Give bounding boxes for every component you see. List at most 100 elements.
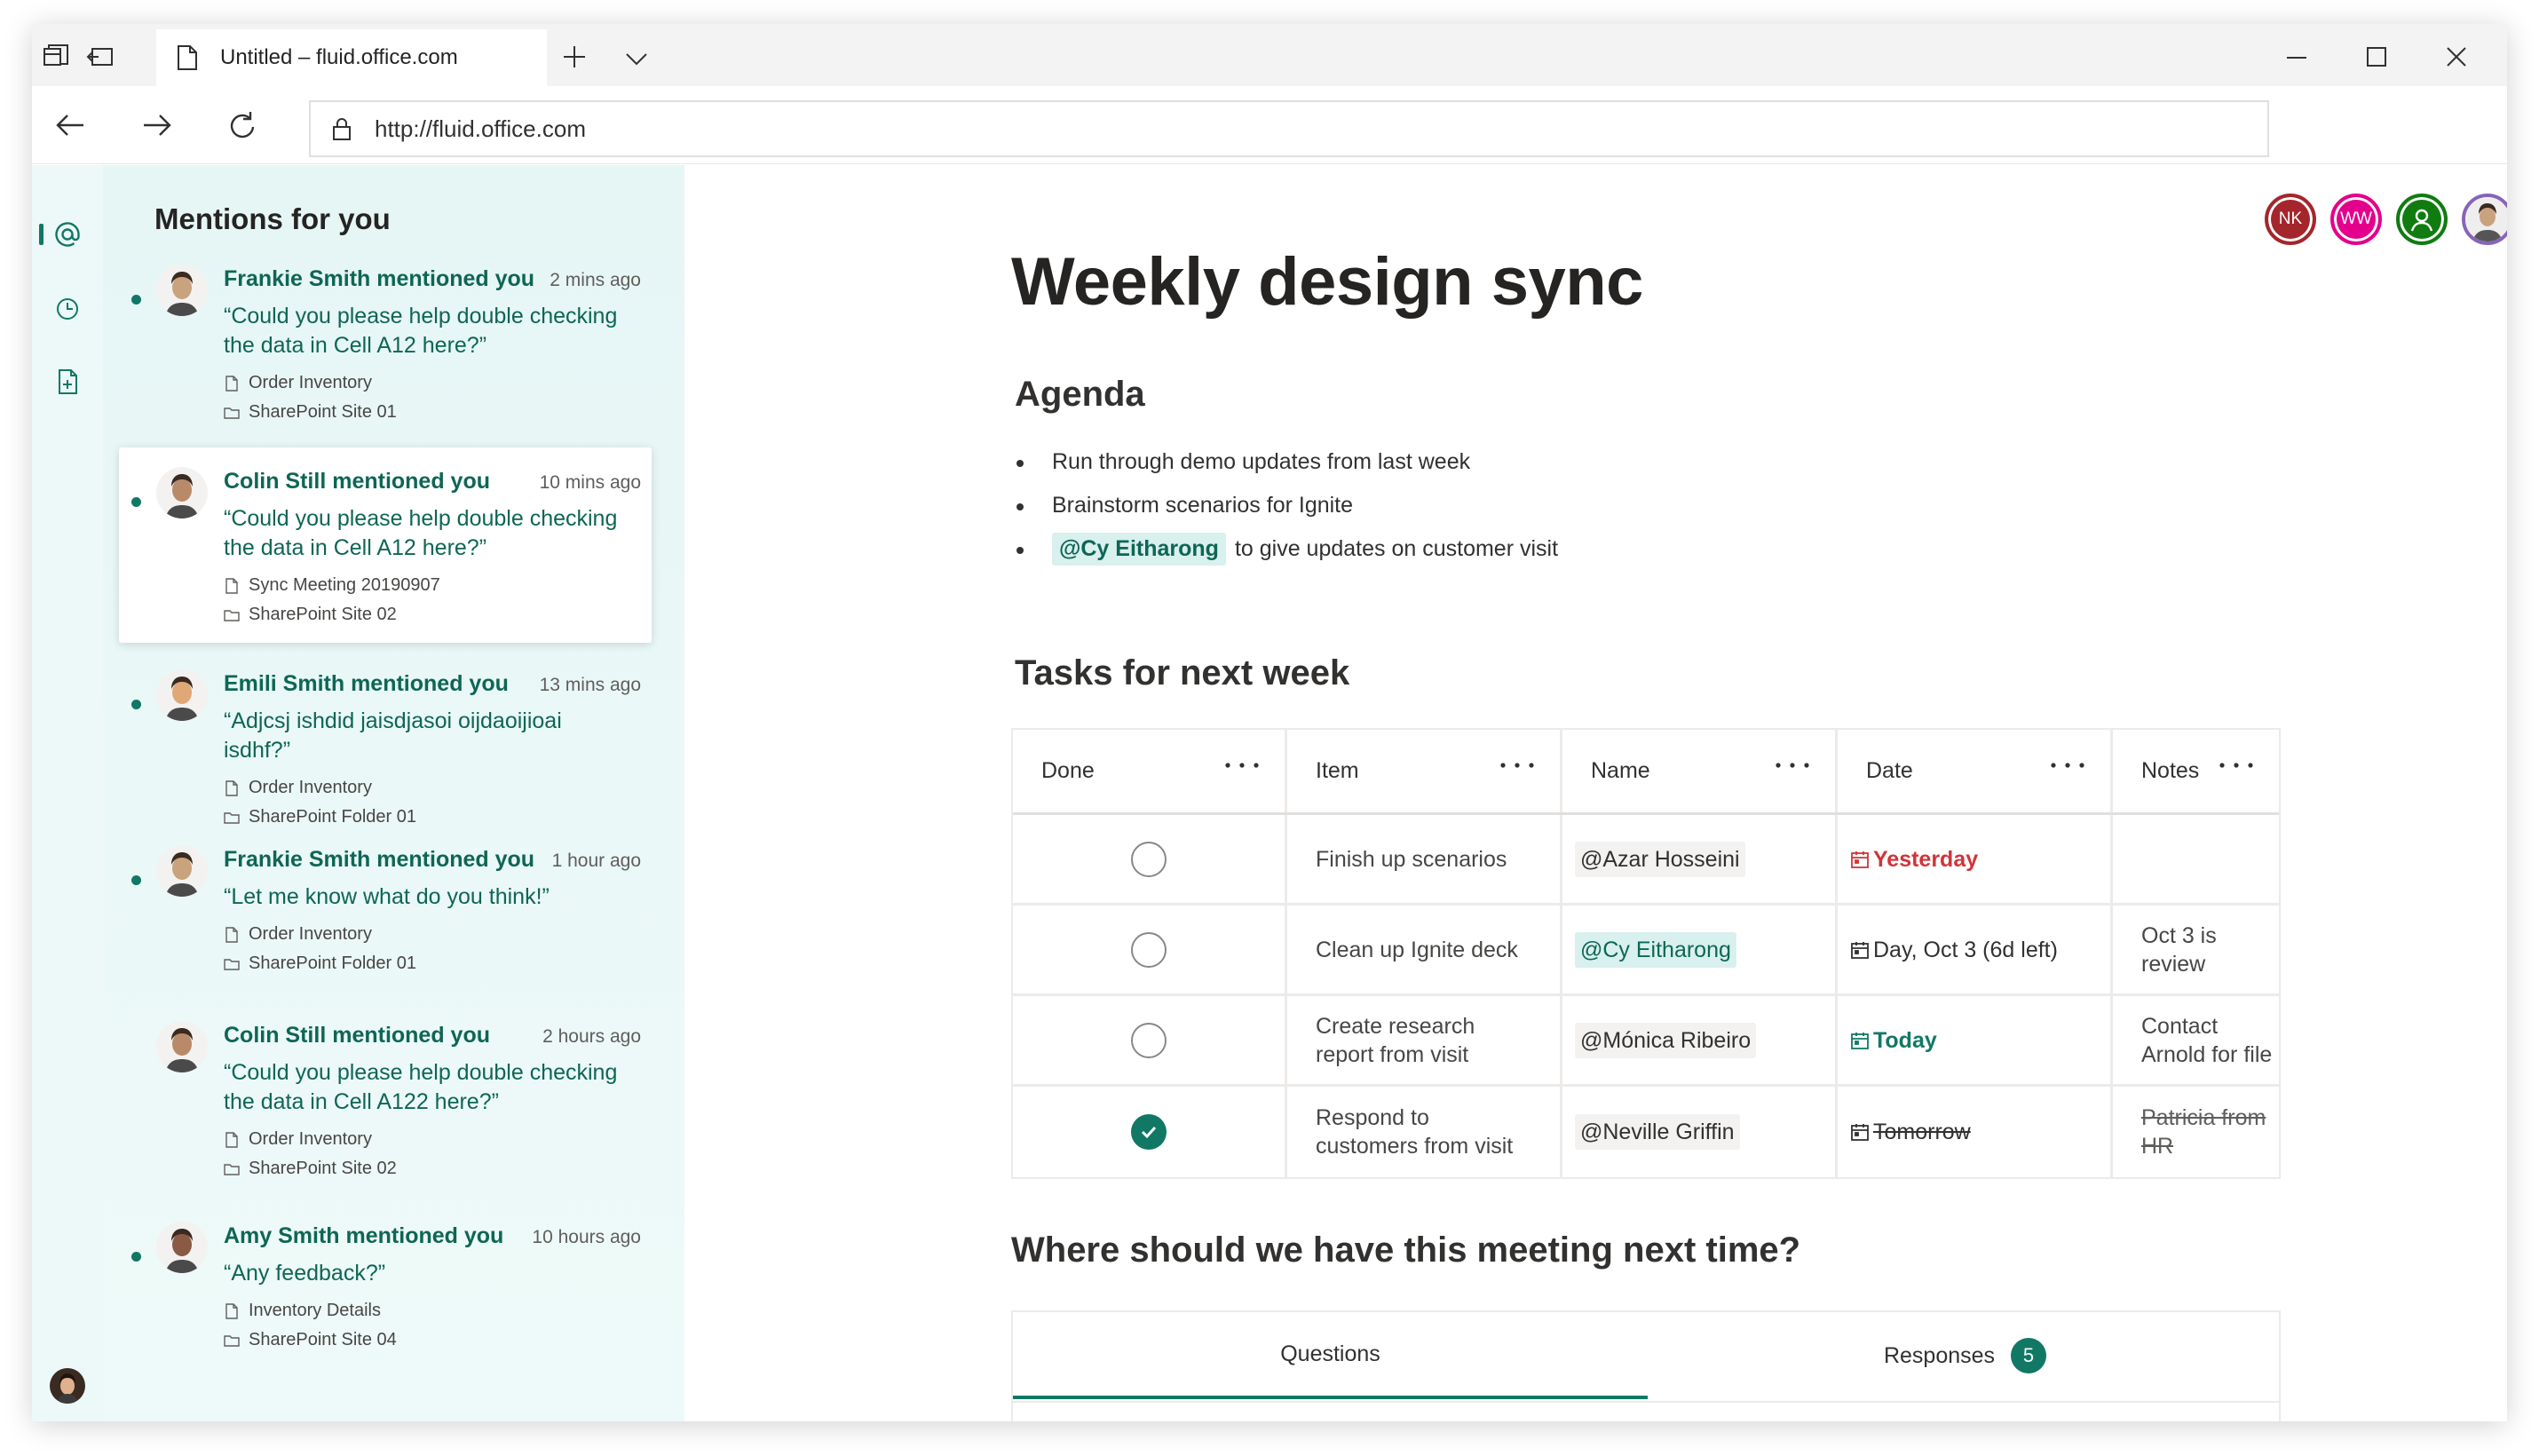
mention-file[interactable]: Sync Meeting 20190907 <box>224 575 440 596</box>
list-item[interactable]: Run through demo updates from last week <box>1015 440 1814 484</box>
person-chip[interactable]: @Cy Eitharong <box>1575 931 1736 968</box>
list-item[interactable]: Frankie Smith mentioned you 1 hour ago “… <box>119 826 652 1021</box>
date-chip[interactable]: Tomorrow <box>1850 1118 1971 1146</box>
more-options-icon[interactable] <box>1775 762 1810 769</box>
mentions-icon[interactable] <box>51 218 83 250</box>
collaborator-avatar[interactable]: WW <box>2330 194 2382 245</box>
tab-actions-icon[interactable] <box>41 42 71 72</box>
mention-chip[interactable]: @Cy Eitharong <box>1052 533 1226 566</box>
person-chip[interactable]: @Mónica Ribeiro <box>1575 1022 1757 1058</box>
cell-date[interactable]: Day, Oct 3 (6d left) <box>1838 906 2113 993</box>
date-chip[interactable]: Day, Oct 3 (6d left) <box>1850 936 2058 964</box>
url-field[interactable]: http://fluid.office.com <box>309 100 2269 157</box>
lock-icon <box>333 118 351 140</box>
responses-count-badge: 5 <box>2011 1338 2047 1373</box>
list-item[interactable]: Emili Smith mentioned you 13 mins ago “A… <box>119 650 652 845</box>
mention-location[interactable]: SharePoint Site 02 <box>224 1159 397 1179</box>
date-chip[interactable]: Today <box>1850 1026 1937 1055</box>
my-avatar[interactable] <box>50 1368 85 1404</box>
mention-author: Emili Smith mentioned you <box>224 671 509 696</box>
list-item[interactable]: Colin Still mentioned you 10 mins ago “C… <box>119 447 652 643</box>
collaborator-avatar[interactable] <box>2396 194 2448 245</box>
cell-item[interactable]: Create research report from visit <box>1287 996 1562 1084</box>
list-item[interactable]: Colin Still mentioned you 2 hours ago “C… <box>119 1001 652 1197</box>
column-header-date[interactable]: Date <box>1838 730 2113 812</box>
recent-clock-icon[interactable] <box>51 293 83 325</box>
new-tab-icon[interactable] <box>559 42 589 72</box>
tasks-heading[interactable]: Tasks for next week <box>1015 653 1349 693</box>
person-chip[interactable]: @Azar Hosseini <box>1575 841 1745 877</box>
tab-responses[interactable]: Responses 5 <box>1648 1312 2282 1399</box>
new-document-icon[interactable] <box>51 366 83 398</box>
tab-strip: Untitled – fluid.office.com <box>32 24 2507 86</box>
list-item[interactable]: Brainstorm scenarios for Ignite <box>1015 484 1814 527</box>
unread-dot <box>131 875 141 885</box>
date-chip[interactable]: Yesterday <box>1850 845 1978 874</box>
mention-file[interactable]: Inventory Details <box>224 1301 381 1321</box>
poll-card: Questions Responses 5 <box>1011 1310 2281 1421</box>
cell-notes[interactable]: Contact Arnold for file <box>2113 996 2279 1084</box>
column-header-item[interactable]: Item <box>1287 730 1562 812</box>
cell-notes[interactable]: Patricia from HR <box>2113 1087 2279 1177</box>
refresh-icon[interactable] <box>225 107 261 143</box>
column-header-done[interactable]: Done <box>1013 730 1287 812</box>
close-icon[interactable] <box>2441 42 2472 72</box>
cell-notes[interactable] <box>2113 815 2279 903</box>
mention-time: 2 hours ago <box>542 1026 641 1047</box>
cell-notes[interactable]: Oct 3 is review <box>2113 906 2279 993</box>
table-row: Finish up scenarios @Azar Hosseini Yeste… <box>1013 815 2279 906</box>
checkbox[interactable] <box>1131 1022 1167 1058</box>
more-options-icon[interactable] <box>2219 762 2254 769</box>
poll-heading[interactable]: Where should we have this meeting next t… <box>1011 1230 1800 1270</box>
mention-location[interactable]: SharePoint Site 02 <box>224 605 397 625</box>
cell-name[interactable]: @Azar Hosseini <box>1562 815 1838 903</box>
mention-location[interactable]: SharePoint Folder 01 <box>224 954 416 974</box>
more-options-icon[interactable] <box>1224 762 1260 769</box>
forward-arrow-icon[interactable] <box>138 107 174 143</box>
collaborator-avatar[interactable]: NK <box>2265 194 2316 245</box>
mention-file[interactable]: Order Inventory <box>224 924 372 945</box>
column-header-notes[interactable]: Notes <box>2113 730 2279 812</box>
person-chip[interactable]: @Neville Griffin <box>1575 1114 1740 1150</box>
cell-date[interactable]: Today <box>1838 996 2113 1084</box>
calendar-icon <box>1851 1032 1869 1049</box>
cell-item[interactable]: Respond to customers from visit <box>1287 1087 1562 1177</box>
list-item[interactable]: Amy Smith mentioned you 10 hours ago “An… <box>119 1202 652 1397</box>
column-header-name[interactable]: Name <box>1562 730 1838 812</box>
cell-name[interactable]: @Mónica Ribeiro <box>1562 996 1838 1084</box>
collaborator-avatar[interactable] <box>2462 194 2507 245</box>
mention-location[interactable]: SharePoint Site 04 <box>224 1330 397 1350</box>
back-arrow-icon[interactable] <box>53 107 89 143</box>
cell-item[interactable]: Clean up Ignite deck <box>1287 906 1562 993</box>
document-icon <box>225 375 238 392</box>
mention-file[interactable]: Order Inventory <box>224 1129 372 1150</box>
minimize-icon[interactable] <box>2282 42 2312 72</box>
cell-item[interactable]: Finish up scenarios <box>1287 815 1562 903</box>
mention-quote: “Could you please help double checking t… <box>224 304 618 358</box>
checkbox[interactable] <box>1131 931 1167 968</box>
document-icon <box>178 45 197 70</box>
cell-name[interactable]: @Neville Griffin <box>1562 1087 1838 1177</box>
maximize-icon[interactable] <box>2361 42 2392 72</box>
list-item[interactable]: Frankie Smith mentioned you 2 mins ago “… <box>119 245 652 440</box>
cell-date[interactable]: Yesterday <box>1838 815 2113 903</box>
mention-location[interactable]: SharePoint Folder 01 <box>224 807 416 827</box>
checkbox-checked[interactable] <box>1131 1114 1167 1150</box>
cell-date[interactable]: Tomorrow <box>1838 1087 2113 1177</box>
cell-done <box>1013 1087 1287 1177</box>
more-options-icon[interactable] <box>1499 762 1535 769</box>
cell-name[interactable]: @Cy Eitharong <box>1562 906 1838 993</box>
active-tab[interactable]: Untitled – fluid.office.com <box>156 29 547 86</box>
checkbox[interactable] <box>1131 841 1167 877</box>
mention-location[interactable]: SharePoint Site 01 <box>224 402 397 423</box>
avatar <box>156 1222 208 1273</box>
more-options-icon[interactable] <box>2050 762 2085 769</box>
mention-file[interactable]: Order Inventory <box>224 373 372 393</box>
agenda-heading[interactable]: Agenda <box>1015 375 1145 415</box>
list-item[interactable]: @Cy Eitharong to give updates on custome… <box>1015 527 1814 571</box>
mention-file[interactable]: Order Inventory <box>224 778 372 798</box>
set-tabs-aside-icon[interactable] <box>85 42 115 72</box>
tab-questions[interactable]: Questions <box>1013 1312 1648 1399</box>
page-title[interactable]: Weekly design sync <box>1011 243 1643 320</box>
chevron-down-icon[interactable] <box>621 44 652 74</box>
